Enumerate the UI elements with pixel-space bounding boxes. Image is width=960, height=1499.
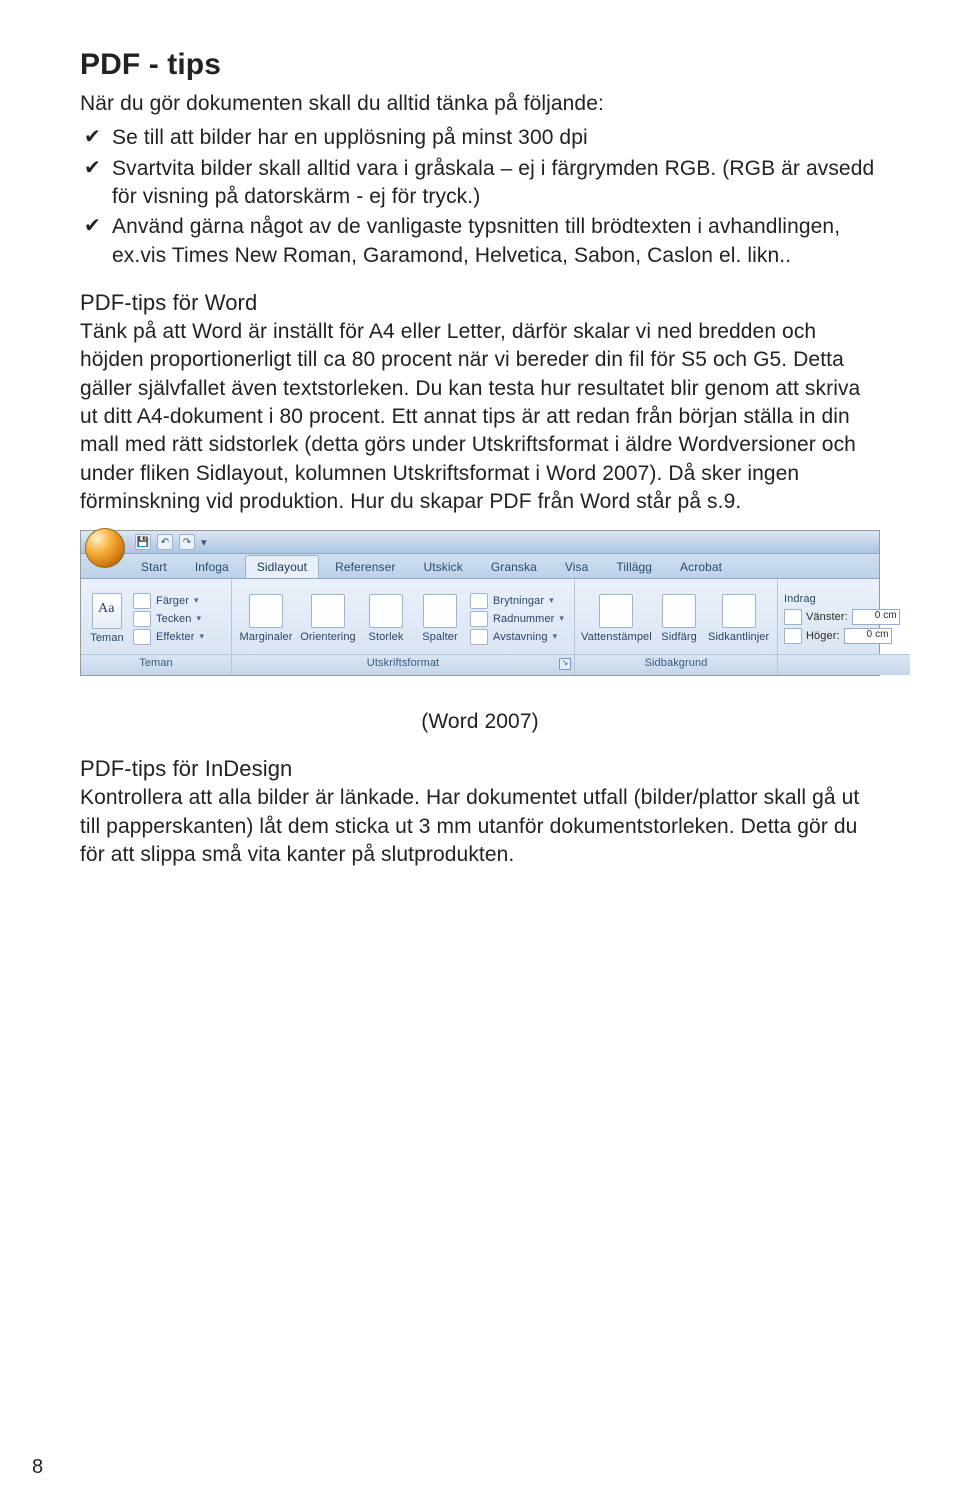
word-ribbon-screenshot: 💾 ↶ ↷ ▾ Start Infoga Sidlayout Referense…: [80, 530, 880, 676]
indent-left-icon: [784, 609, 802, 625]
tab-start[interactable]: Start: [129, 555, 179, 578]
avstavning-button[interactable]: Avstavning▾: [470, 629, 564, 645]
group-label-indrag: [778, 654, 910, 675]
tecken-button[interactable]: Tecken▾: [133, 611, 204, 627]
tab-visa[interactable]: Visa: [553, 555, 601, 578]
indent-right-label: Höger:: [806, 630, 840, 642]
ribbon-body: Aa Teman Färger▾ Tecken▾ Effekter▾ Teman…: [81, 579, 879, 675]
indrag-title: Indrag: [784, 593, 902, 605]
tab-granska[interactable]: Granska: [479, 555, 549, 578]
save-icon[interactable]: 💾: [135, 534, 151, 550]
indent-left-row: Vänster: 0 cm: [784, 609, 902, 625]
group-label-sidbakgrund: Sidbakgrund: [575, 654, 777, 675]
font-icon: [133, 611, 151, 627]
page-title: PDF - tips: [80, 48, 880, 82]
teman-button[interactable]: Aa Teman: [87, 593, 127, 644]
word-heading: PDF-tips för Word: [80, 290, 880, 316]
columns-icon: [423, 594, 457, 628]
sidkantlinjer-button[interactable]: Sidkantlinjer: [706, 594, 771, 643]
chevron-down-icon: ▾: [553, 631, 558, 642]
chevron-down-icon: ▾: [559, 613, 564, 624]
farger-button[interactable]: Färger▾: [133, 593, 204, 609]
indent-left-label: Vänster:: [806, 611, 848, 623]
indent-right-row: Höger: 0 cm: [784, 628, 902, 644]
marginaler-button[interactable]: Marginaler: [238, 594, 294, 643]
margins-icon: [249, 594, 283, 628]
orientation-icon: [311, 594, 345, 628]
orientering-button[interactable]: Orientering: [300, 594, 356, 643]
effekter-button[interactable]: Effekter▾: [133, 629, 204, 645]
bullet-item: Svartvita bilder skall alltid vara i grå…: [80, 155, 880, 212]
bullet-list: Se till att bilder har en upplösning på …: [80, 124, 880, 270]
bullet-item: Se till att bilder har en upplösning på …: [80, 124, 880, 152]
linenumbers-icon: [470, 611, 488, 627]
indent-left-input[interactable]: 0 cm: [852, 609, 900, 625]
pageborders-icon: [722, 594, 756, 628]
chevron-down-icon: ▾: [549, 595, 554, 606]
indent-right-icon: [784, 628, 802, 644]
intro-text: När du gör dokumenten skall du alltid tä…: [80, 90, 880, 118]
indent-right-input[interactable]: 0 cm: [844, 628, 892, 644]
brytningar-button[interactable]: Brytningar▾: [470, 593, 564, 609]
undo-icon[interactable]: ↶: [157, 534, 173, 550]
group-sidbakgrund: Vattenstämpel Sidfärg Sidkantlinjer Sidb…: [575, 579, 778, 675]
tab-infoga[interactable]: Infoga: [183, 555, 241, 578]
indesign-heading: PDF-tips för InDesign: [80, 756, 880, 782]
tab-referenser[interactable]: Referenser: [323, 555, 407, 578]
dialog-launcher-icon[interactable]: ↘: [559, 658, 571, 670]
group-label-utskriftsformat: Utskriftsformat↘: [232, 654, 574, 675]
spalter-button[interactable]: Spalter: [416, 594, 464, 643]
effects-icon: [133, 629, 151, 645]
chevron-down-icon: ▾: [200, 631, 205, 642]
sidfarg-button[interactable]: Sidfärg: [658, 594, 701, 643]
tab-acrobat[interactable]: Acrobat: [668, 555, 734, 578]
group-indrag: Indrag Vänster: 0 cm Höger: 0 cm: [778, 579, 910, 675]
group-teman: Aa Teman Färger▾ Tecken▾ Effekter▾ Teman: [81, 579, 232, 675]
radnummer-button[interactable]: Radnummer▾: [470, 611, 564, 627]
tab-tillagg[interactable]: Tillägg: [604, 555, 664, 578]
breaks-icon: [470, 593, 488, 609]
tab-sidlayout[interactable]: Sidlayout: [245, 555, 319, 578]
redo-icon[interactable]: ↷: [179, 534, 195, 550]
chevron-down-icon: ▾: [194, 595, 199, 606]
watermark-icon: [599, 594, 633, 628]
screenshot-caption: (Word 2007): [80, 710, 880, 734]
chevron-down-icon: ▾: [196, 613, 201, 624]
group-utskriftsformat: Marginaler Orientering Storlek Spalter B…: [232, 579, 575, 675]
hyphenation-icon: [470, 629, 488, 645]
ribbon-tabs: Start Infoga Sidlayout Referenser Utskic…: [81, 554, 879, 579]
tab-utskick[interactable]: Utskick: [411, 555, 474, 578]
size-icon: [369, 594, 403, 628]
vattenstampel-button[interactable]: Vattenstämpel: [581, 594, 652, 643]
titlebar: 💾 ↶ ↷ ▾: [81, 531, 879, 554]
qat-dropdown-icon[interactable]: ▾: [201, 536, 207, 549]
pagecolor-icon: [662, 594, 696, 628]
bullet-item: Använd gärna något av de vanligaste typs…: [80, 213, 880, 270]
word-body: Tänk på att Word är inställt för A4 elle…: [80, 318, 880, 516]
storlek-button[interactable]: Storlek: [362, 594, 410, 643]
page-number: 8: [32, 1456, 43, 1479]
group-label-teman: Teman: [81, 654, 231, 675]
quick-access-toolbar: 💾 ↶ ↷ ▾: [135, 534, 207, 550]
indesign-body: Kontrollera att alla bilder är länkade. …: [80, 784, 880, 869]
colors-icon: [133, 593, 151, 609]
